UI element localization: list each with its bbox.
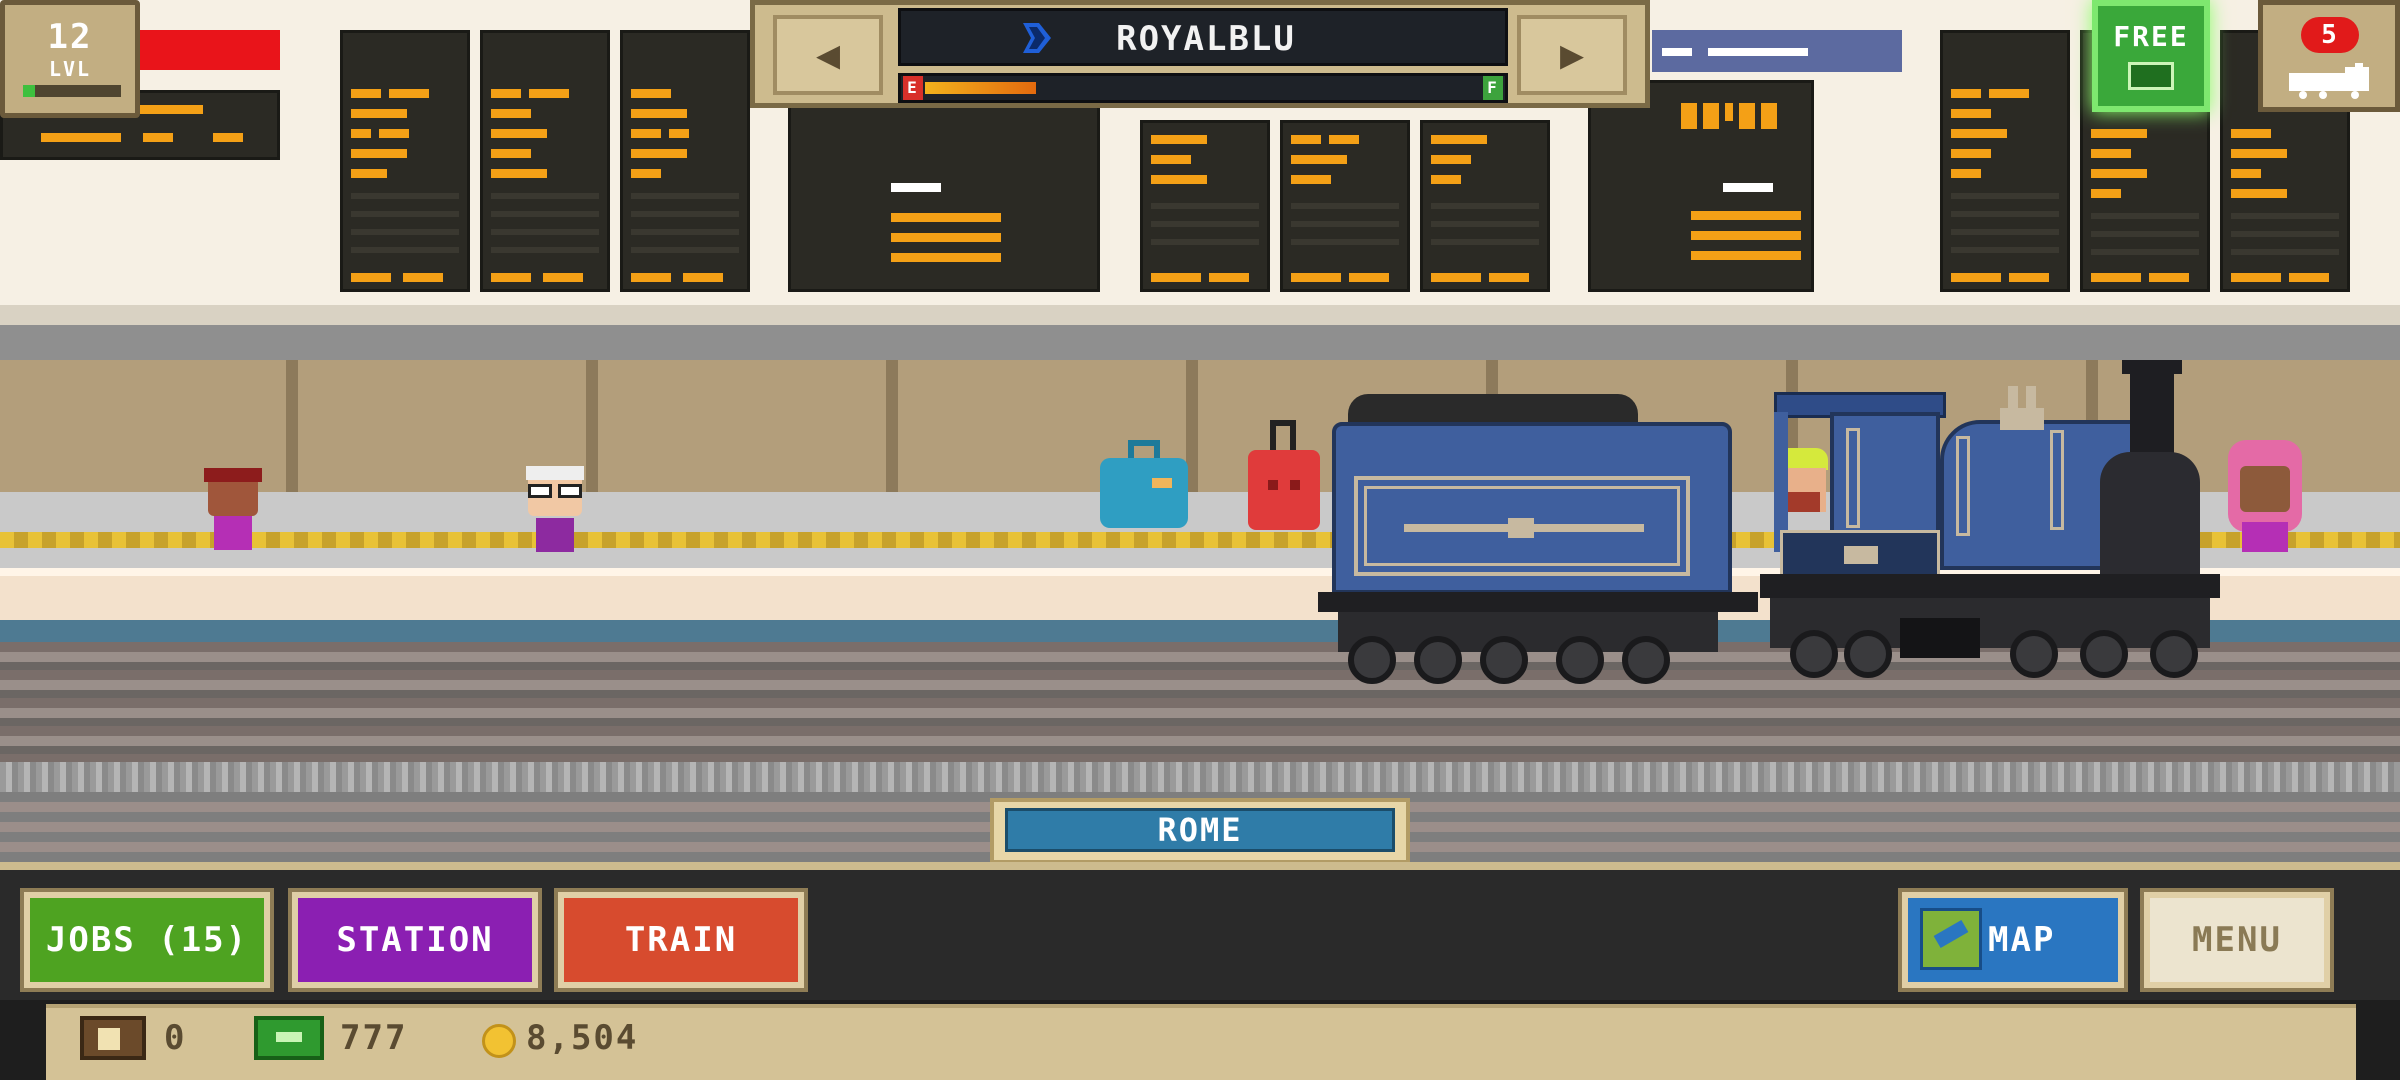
- crates-count: 0: [164, 1018, 187, 1058]
- next-arrow-icon: ▶: [1559, 32, 1585, 78]
- menu-button[interactable]: MENU: [2140, 888, 2334, 992]
- map-icon: [1920, 908, 1982, 970]
- departure-board: [480, 30, 610, 292]
- cash-icon: [254, 1016, 324, 1060]
- departure-board: [340, 30, 470, 292]
- passenger[interactable]: [520, 466, 590, 556]
- prev-arrow-icon: ◀: [815, 32, 841, 78]
- luggage-suitcase[interactable]: [1248, 420, 1320, 530]
- train-name-plate: ROYALBLU: [898, 8, 1508, 66]
- train-tender[interactable]: [1318, 386, 1758, 686]
- notification-badge: 5: [2301, 17, 2359, 53]
- level-number: 12: [47, 17, 93, 57]
- info-board: [1588, 80, 1814, 292]
- coins-amount: 8,504: [526, 1018, 639, 1058]
- level-badge[interactable]: 12 LVL: [0, 0, 140, 118]
- train-name: ROYALBLU: [1116, 19, 1296, 59]
- level-label: LVL: [48, 57, 92, 81]
- train-button[interactable]: TRAIN: [554, 888, 808, 992]
- train-icon: [2289, 63, 2369, 99]
- departure-board: [1140, 120, 1270, 292]
- passenger[interactable]: [200, 468, 266, 554]
- info-board: [788, 100, 1100, 292]
- gravel: [0, 762, 2400, 792]
- free-label: FREE: [2113, 20, 2189, 53]
- fuel-empty-label: E: [903, 76, 923, 100]
- cash-amount: 777: [340, 1018, 408, 1058]
- level-progress-bar: [23, 85, 121, 97]
- departure-board: [1280, 120, 1410, 292]
- train-selector: ◀ ROYALBLU E F ▶: [750, 0, 1650, 108]
- blue-sign: [1652, 30, 1902, 72]
- chimney: [2130, 360, 2174, 460]
- departure-board: [620, 30, 750, 292]
- departure-board: [1420, 120, 1550, 292]
- fuel-full-label: F: [1483, 76, 1503, 100]
- departure-board: [1940, 30, 2070, 292]
- ticket-icon: [2128, 62, 2174, 90]
- map-button[interactable]: MAP: [1898, 888, 2128, 992]
- coin-icon: [482, 1024, 516, 1058]
- wall-base: [0, 325, 2400, 365]
- prev-train-button[interactable]: ◀: [773, 15, 883, 95]
- free-cash-button[interactable]: FREE: [2092, 0, 2210, 112]
- jobs-button[interactable]: JOBS (15): [20, 888, 274, 992]
- station-button[interactable]: STATION: [288, 888, 542, 992]
- wall-trim: [0, 305, 2400, 325]
- train-notifications-button[interactable]: 5: [2258, 0, 2400, 112]
- crate-icon: [80, 1016, 146, 1060]
- level-progress-fill: [23, 85, 35, 97]
- red-sign: [140, 30, 280, 70]
- next-train-button[interactable]: ▶: [1517, 15, 1627, 95]
- fuel-fill: [925, 82, 1036, 94]
- station-name[interactable]: ROME: [1005, 808, 1395, 852]
- passenger[interactable]: [2222, 440, 2308, 556]
- luggage-bag[interactable]: [1100, 440, 1188, 530]
- locomotive[interactable]: [1760, 360, 2230, 690]
- map-label: MAP: [1988, 920, 2056, 960]
- fuel-gauge: E F: [898, 73, 1508, 103]
